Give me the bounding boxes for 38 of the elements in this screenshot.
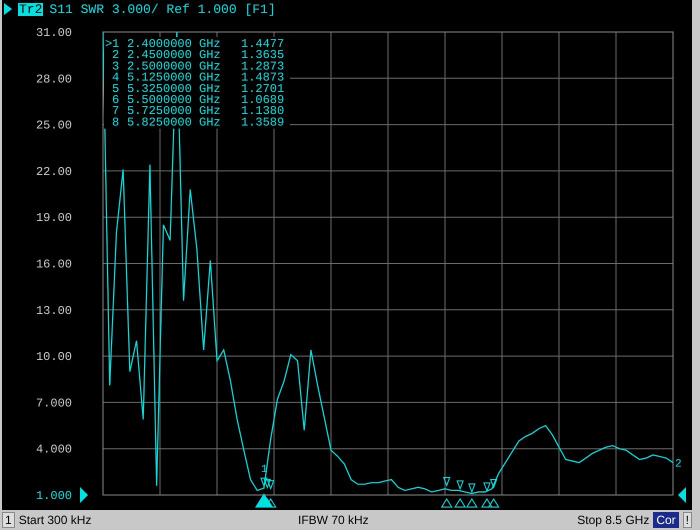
axis-tick-label: 19.00	[36, 211, 72, 226]
reference-left-icon	[80, 487, 88, 503]
trace-label[interactable]: Tr2	[18, 2, 44, 16]
marker-icon[interactable]	[466, 483, 478, 508]
marker-pointer: >	[105, 37, 112, 51]
marker-value: 1.0689	[241, 93, 284, 107]
marker-number[interactable]: 1	[112, 37, 120, 51]
marker-icon[interactable]	[261, 478, 274, 508]
reference-right-icon	[678, 487, 686, 503]
warning-indicator: !	[682, 512, 692, 528]
axis-tick-label: 13.00	[36, 304, 72, 318]
marker-value: 1.4477	[241, 37, 284, 51]
marker-icon[interactable]	[264, 480, 277, 508]
axis-tick-label: 28.00	[36, 72, 72, 86]
axis-tick-label: 4.000	[36, 442, 72, 457]
axis-tick-label: 1.000	[36, 489, 72, 503]
axis-tick-label: 25.00	[36, 118, 72, 133]
marker-icon[interactable]	[488, 478, 500, 508]
correction-indicator: Cor	[653, 512, 679, 528]
axis-tick-label: 7.000	[36, 396, 72, 410]
trace-number: 2	[675, 458, 682, 471]
marker-icon[interactable]	[454, 480, 466, 508]
trace-pointer-icon	[4, 3, 12, 15]
axis-tick-label: 22.00	[36, 164, 72, 179]
marker-icon[interactable]	[255, 478, 273, 508]
axis-tick-label: 10.00	[36, 350, 72, 364]
if-bandwidth: IFBW 70 kHz	[298, 513, 370, 527]
axis-tick-label: 31.00	[36, 26, 72, 40]
marker-icon[interactable]	[481, 482, 493, 508]
axis-tick-label: 16.00	[36, 258, 72, 272]
marker-frequency: 2.4000000 GHz	[127, 37, 221, 51]
trace-settings: S11 SWR 3.000/ Ref 1.000 [F1]	[49, 2, 276, 16]
start-frequency: Start 300 kHz	[18, 513, 92, 527]
channel-number: 1	[2, 512, 15, 528]
stop-frequency: Stop 8.5 GHz	[577, 513, 650, 527]
marker-number[interactable]: 6	[112, 93, 120, 107]
marker-frequency: 5.5000000 GHz	[127, 93, 221, 107]
marker-icon[interactable]	[440, 476, 453, 508]
